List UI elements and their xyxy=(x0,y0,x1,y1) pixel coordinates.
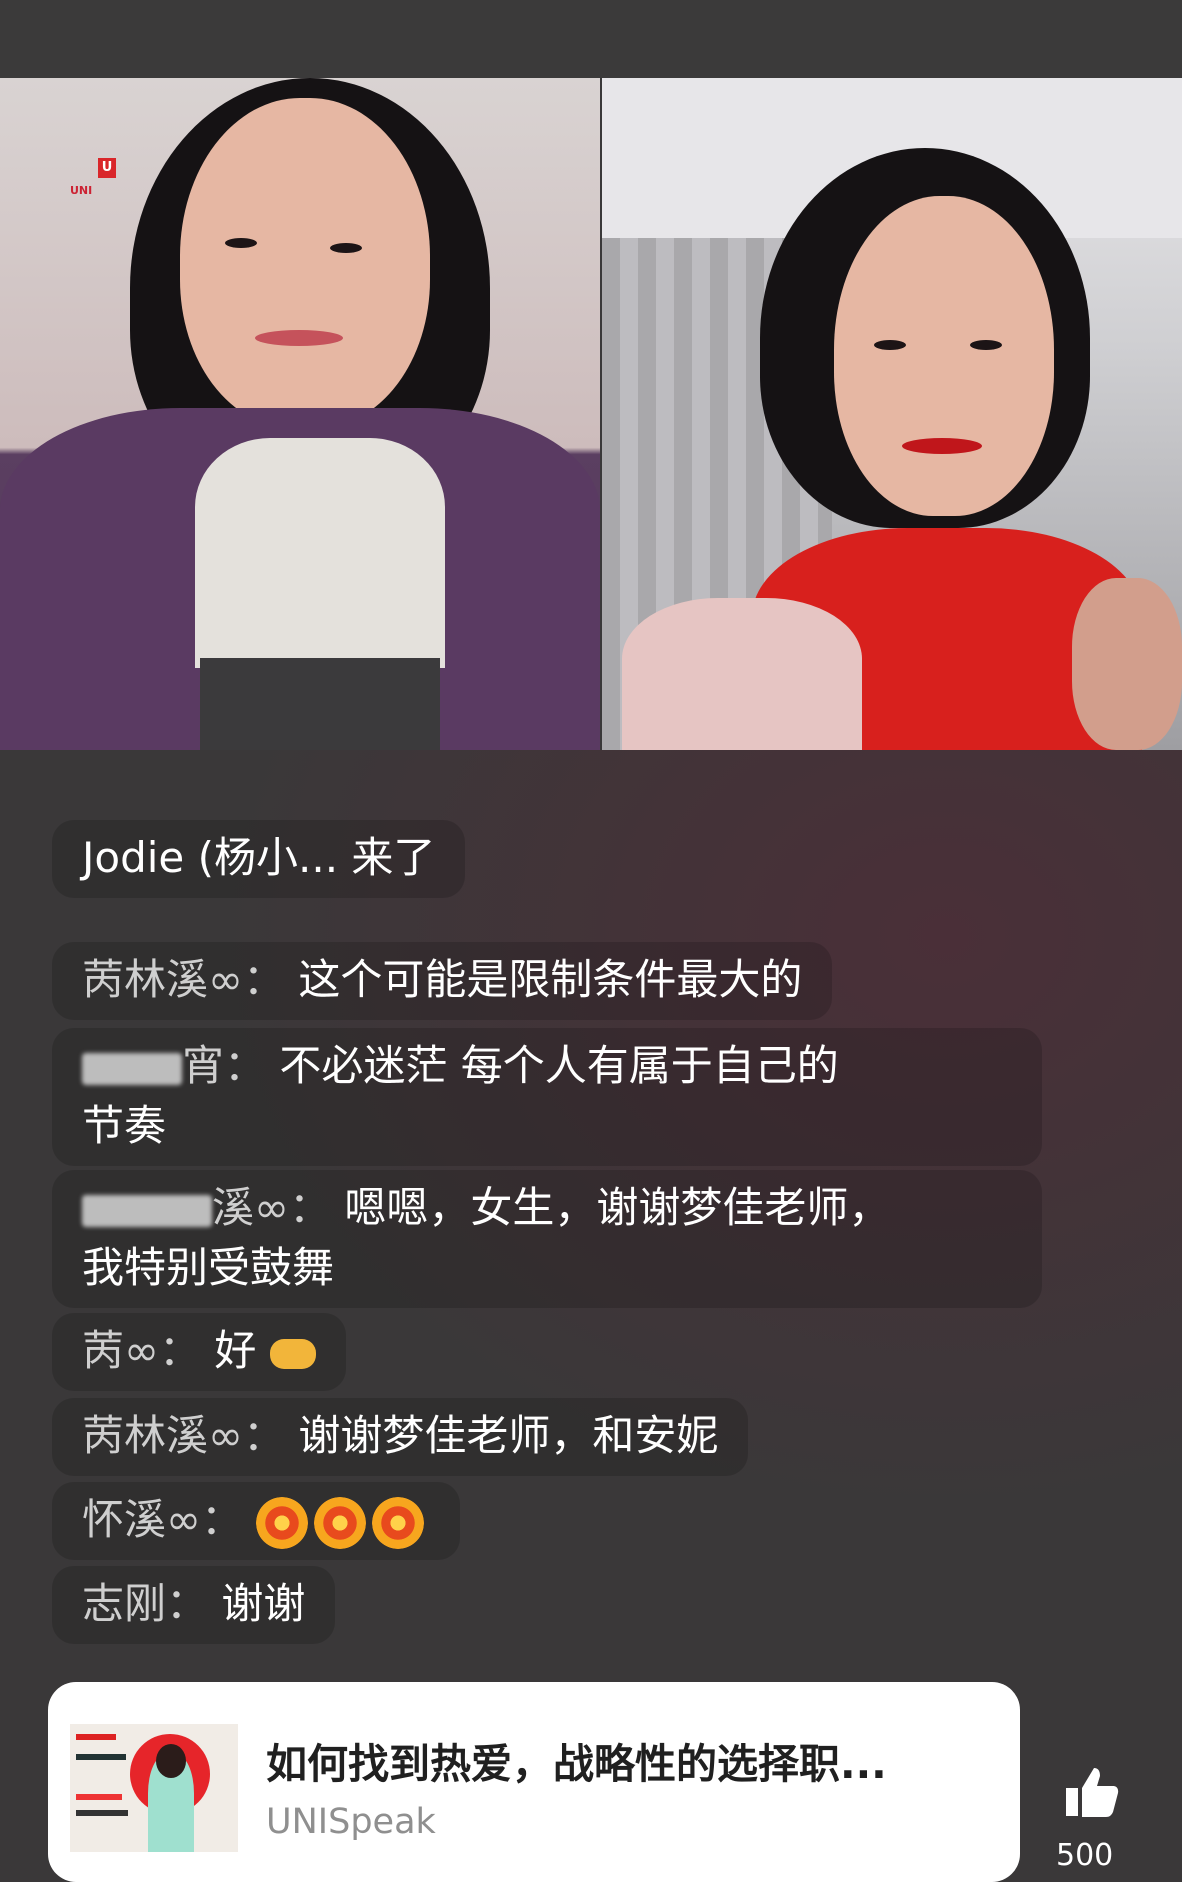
host-turtleneck xyxy=(195,438,445,668)
chat-text: 这个可能是限制条件最大的 xyxy=(298,955,803,1004)
like-count: 500 xyxy=(1056,1838,1114,1873)
chat-area: Jodie (杨小... 来了 苪林溪∞： 这个可能是限制条件最大的 宵： 不必… xyxy=(0,750,1182,1680)
handshake-icon xyxy=(269,1338,316,1369)
chat-message: 怀溪∞： xyxy=(52,1482,461,1560)
thumbs-up-icon[interactable] xyxy=(1062,1762,1122,1822)
uni-logo: U UNI xyxy=(70,158,120,218)
blurred-username xyxy=(82,1052,182,1085)
join-notice: Jodie (杨小... 来了 xyxy=(52,820,466,898)
chat-message: 志刚： 谢谢 xyxy=(52,1566,336,1644)
guest-hand xyxy=(1072,578,1182,750)
firework-icon xyxy=(256,1496,309,1549)
chat-text-cont: 节奏 xyxy=(82,1101,167,1150)
video-tile-guest[interactable] xyxy=(602,78,1182,750)
firework-icon xyxy=(314,1496,367,1549)
chat-message: 苪林溪∞： 这个可能是限制条件最大的 xyxy=(52,942,833,1020)
host-face xyxy=(180,98,430,428)
course-source: UNISpeak xyxy=(266,1802,436,1842)
chat-text: 不必迷茫 每个人有属于自己的 xyxy=(279,1041,839,1090)
blurred-username xyxy=(82,1194,212,1227)
chat-message: 宵： 不必迷茫 每个人有属于自己的 节奏 xyxy=(52,1028,1042,1166)
course-thumbnail[interactable] xyxy=(70,1724,238,1852)
chat-message: 苪∞： 好 xyxy=(52,1313,346,1391)
chat-text-cont: 我特别受鼓舞 xyxy=(82,1243,335,1292)
video-tile-host[interactable]: U UNI xyxy=(0,78,600,750)
chat-username: 苪林溪∞ xyxy=(82,955,243,1004)
chat-text: 谢谢梦佳老师，和安妮 xyxy=(298,1411,719,1460)
chat-text: 嗯嗯，女生，谢谢梦佳老师， xyxy=(344,1183,891,1232)
guest-face xyxy=(834,196,1054,516)
course-card[interactable]: 如何找到热爱，战略性的选择职... UNISpeak xyxy=(48,1682,1020,1882)
status-bar xyxy=(0,0,1182,78)
firework-icon xyxy=(372,1496,425,1549)
chat-text: 谢谢 xyxy=(221,1579,306,1628)
chat-message: 苪林溪∞： 谢谢梦佳老师，和安妮 xyxy=(52,1398,749,1476)
guest-pink-coat xyxy=(622,598,862,750)
chat-text: 好 xyxy=(214,1326,257,1375)
chat-message: 溪∞： 嗯嗯，女生，谢谢梦佳老师， 我特别受鼓舞 xyxy=(52,1170,1042,1308)
course-title[interactable]: 如何找到热爱，战略性的选择职... xyxy=(266,1730,1006,1790)
